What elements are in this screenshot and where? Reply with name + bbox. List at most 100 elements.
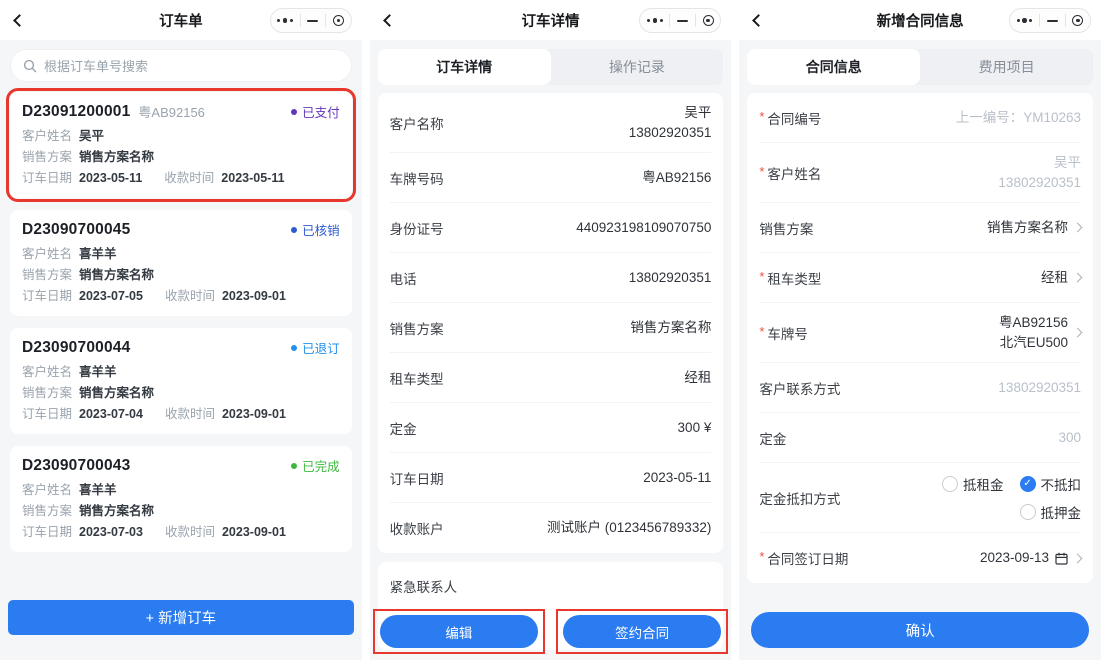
required-asterisk: * xyxy=(759,323,765,339)
edit-button[interactable]: 编辑 xyxy=(379,615,539,648)
panel-new-contract: 新增合同信息 合同信息 费用项目 * 合同编号 上一编号：YM10263 * 客… xyxy=(739,0,1101,660)
field-value: 2023-07-05 xyxy=(79,289,143,303)
detail-tab-bar: 订车详情 操作记录 xyxy=(377,49,724,85)
close-icon[interactable] xyxy=(332,15,344,26)
sign-contract-button[interactable]: 签约合同 xyxy=(562,615,722,648)
status-badge: 已支付 xyxy=(291,102,340,121)
radio-deduct-rent[interactable]: 抵租金 xyxy=(942,474,1004,494)
close-icon[interactable] xyxy=(1072,15,1084,26)
tab-order-detail[interactable]: 订车详情 xyxy=(377,49,551,85)
window-capsule xyxy=(1009,8,1092,33)
capsule-divider xyxy=(669,14,671,27)
form-row-deposit-deduction: 定金抵扣方式 抵租金 ✓ 不抵扣 抵押金 xyxy=(759,463,1082,533)
field-value: 喜羊羊 xyxy=(79,247,117,261)
order-list-content: 根据订车单号搜索 D23091200001 粤AB92156 已支付 客户姓名吴… xyxy=(0,40,362,660)
back-icon[interactable] xyxy=(751,10,771,30)
field-value: 喜羊羊 xyxy=(79,483,117,497)
required-asterisk: * xyxy=(759,108,765,124)
tab-operation-log[interactable]: 操作记录 xyxy=(550,49,724,85)
app: 订车单 根据订车单号搜索 D23091200001 粤AB92156 已支付 客… xyxy=(0,0,1101,660)
chevron-right-icon xyxy=(1072,327,1083,338)
status-badge: 已退订 xyxy=(291,338,340,357)
back-icon[interactable] xyxy=(12,10,32,30)
close-icon[interactable] xyxy=(702,15,714,26)
form-row-rental-type[interactable]: * 租车类型 经租 xyxy=(759,253,1083,303)
field-value: 2023-05-11 xyxy=(79,171,143,185)
back-icon[interactable] xyxy=(382,10,402,30)
add-order-button[interactable]: + 新增订车 xyxy=(8,600,354,635)
more-icon[interactable] xyxy=(1016,18,1033,23)
status-badge: 已核销 xyxy=(291,220,340,239)
order-detail-content: 订车详情 操作记录 客户名称 吴平 13802920351 车牌号码 粤AB921… xyxy=(370,40,732,660)
form-row-sales-plan[interactable]: 销售方案 销售方案名称 xyxy=(759,203,1083,253)
chevron-right-icon xyxy=(1072,272,1083,283)
field-value: 2023-09-01 xyxy=(221,525,286,539)
required-asterisk: * xyxy=(759,268,765,284)
detail-card: 客户名称 吴平 13802920351 车牌号码 粤AB92156 身份证号 44… xyxy=(377,93,724,553)
minimize-icon[interactable] xyxy=(1046,19,1058,22)
more-icon[interactable] xyxy=(647,18,663,23)
chevron-right-icon xyxy=(1072,222,1083,233)
field-label: 销售方案 xyxy=(22,268,73,282)
form-row-plate-no[interactable]: * 车牌号 粤AB92156 北汽EU500 xyxy=(759,303,1083,363)
order-card[interactable]: D23090700045 已核销 客户姓名 喜羊羊 销售方案 销售方案名称 订车日期… xyxy=(10,210,352,316)
field-value: 吴平 xyxy=(79,129,105,143)
contract-tab-bar: 合同信息 费用项目 xyxy=(747,49,1094,85)
order-detail-header: 订车详情 xyxy=(369,0,732,40)
capsule-divider xyxy=(1064,14,1066,27)
order-number: D23090700043 xyxy=(22,456,131,474)
radio-checked-icon: ✓ xyxy=(1019,475,1036,492)
field-value: 2023-07-04 xyxy=(79,407,143,421)
field-value: 喜羊羊 xyxy=(79,365,117,379)
field-label: 客户姓名 xyxy=(22,247,73,261)
required-asterisk: * xyxy=(759,549,765,564)
field-label: 客户姓名 xyxy=(22,483,73,497)
detail-row: 定金 300 ¥ xyxy=(389,403,712,453)
field-value: 2023-07-03 xyxy=(79,525,143,539)
order-card[interactable]: D23090700043 已完成 客户姓名 喜羊羊 销售方案 销售方案名称 订车日期… xyxy=(10,446,352,552)
search-icon xyxy=(23,59,37,72)
detail-row: 电话 13802920351 xyxy=(389,253,712,303)
panel-order-list: 订车单 根据订车单号搜索 D23091200001 粤AB92156 已支付 客… xyxy=(0,0,362,660)
field-label: 收款时间 xyxy=(164,525,215,539)
radio-unchecked-icon xyxy=(1019,503,1036,520)
field-value: 销售方案名称 xyxy=(79,150,155,164)
form-row-customer-phone[interactable]: 客户联系方式 13802920351 xyxy=(759,363,1082,413)
form-row-contract-no[interactable]: * 合同编号 上一编号：YM10263 xyxy=(759,93,1082,143)
field-label: 订车日期 xyxy=(22,289,73,303)
window-capsule xyxy=(269,8,352,33)
form-row-sign-date[interactable]: * 合同签订日期 2023-09-13 xyxy=(759,533,1083,583)
detail-row: 客户名称 吴平 13802920351 xyxy=(389,93,712,153)
order-card[interactable]: D23090700044 已退订 客户姓名 喜羊羊 销售方案 销售方案名称 订车日期… xyxy=(10,328,352,434)
order-number: D23091200001 xyxy=(22,102,131,120)
tab-fee-items[interactable]: 费用项目 xyxy=(920,49,1094,85)
confirm-button[interactable]: 确认 xyxy=(751,612,1090,648)
required-asterisk: * xyxy=(759,163,765,179)
capsule-divider xyxy=(299,14,301,27)
field-label: 销售方案 xyxy=(22,504,73,518)
tab-contract-info[interactable]: 合同信息 xyxy=(747,49,921,85)
radio-deduct-security[interactable]: 抵押金 xyxy=(1019,502,1081,522)
emergency-contact-title: 紧急联系人 xyxy=(389,580,458,595)
order-list-header: 订车单 xyxy=(0,0,362,40)
annotation-box-sign-contract: 签约合同 xyxy=(555,609,729,654)
field-label: 订车日期 xyxy=(22,171,73,185)
status-dot-icon xyxy=(291,462,298,469)
more-icon[interactable] xyxy=(277,18,293,23)
search-input[interactable]: 根据订车单号搜索 xyxy=(10,49,352,82)
field-value: 销售方案名称 xyxy=(79,504,155,518)
calendar-icon xyxy=(1055,552,1068,565)
detail-row: 车牌号码 粤AB92156 xyxy=(389,153,712,203)
form-row-deposit[interactable]: 定金 300 xyxy=(759,413,1082,463)
detail-row: 身份证号 440923198109070750 xyxy=(389,203,712,253)
chevron-right-icon xyxy=(1072,553,1083,563)
form-row-customer-name[interactable]: * 客户姓名 吴平 13802920351 xyxy=(759,143,1082,203)
minimize-icon[interactable] xyxy=(307,19,319,22)
minimize-icon[interactable] xyxy=(677,19,689,22)
order-card[interactable]: D23091200001 粤AB92156 已支付 客户姓名 吴平 销售方案 销售方… xyxy=(6,88,356,202)
capsule-divider xyxy=(325,14,327,27)
capsule-divider xyxy=(694,14,696,27)
new-contract-header: 新增合同信息 xyxy=(739,0,1101,40)
radio-no-deduction[interactable]: ✓ 不抵扣 xyxy=(1019,474,1081,494)
field-label: 收款时间 xyxy=(164,171,215,185)
